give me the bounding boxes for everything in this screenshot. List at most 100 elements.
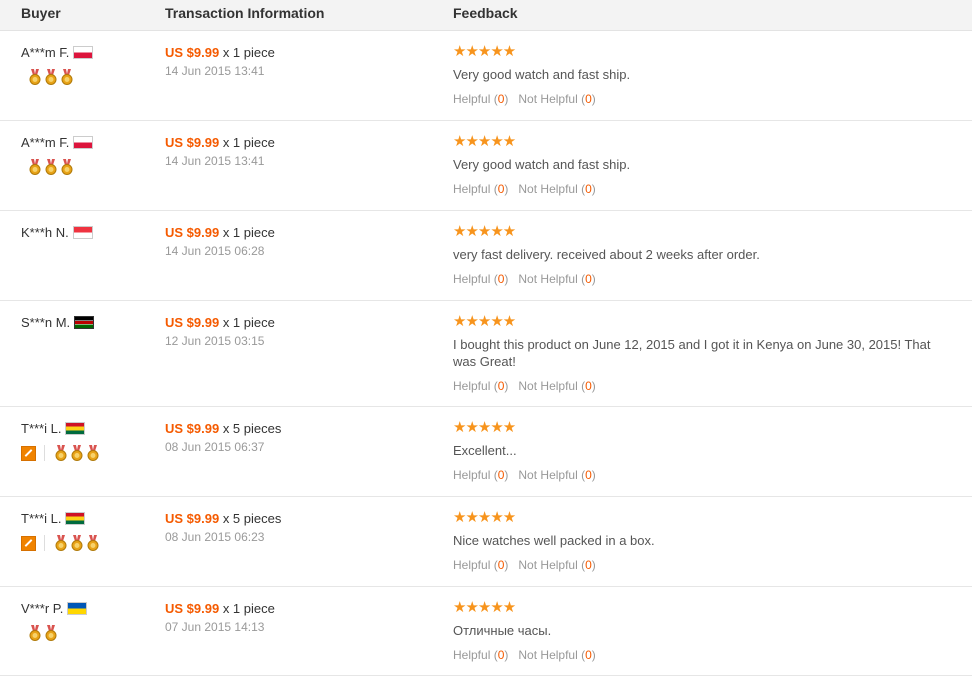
transaction-cell: US $9.99 x 1 piece 12 Jun 2015 03:15 [165,315,275,348]
medal-icon [61,159,73,175]
not-helpful-link[interactable]: Not Helpful [518,379,577,393]
review-row: A***m F. US $9.99 x 1 piece 14 Jun 2015 … [0,31,972,121]
buyer-name: T***i L. [21,511,62,526]
transaction-cell: US $9.99 x 5 pieces 08 Jun 2015 06:23 [165,511,281,544]
feedback-cell: ★★★★★ Excellent... Helpful (0) Not Helpfu… [453,419,953,483]
helpful-count: 0 [497,272,505,286]
helpful-count: 0 [497,182,505,196]
helpful-link[interactable]: Helpful [453,92,490,106]
order-date: 12 Jun 2015 03:15 [165,334,265,348]
helpful-votes: Helpful (0) Not Helpful (0) [453,272,596,286]
helpful-link[interactable]: Helpful [453,558,490,572]
feedback-cell: ★★★★★ Very good watch and fast ship. Hel… [453,133,953,197]
price-amount: US $9.99 [165,315,220,330]
helpful-link[interactable]: Helpful [453,468,490,482]
feedback-text: Nice watches well packed in a box. [453,533,655,548]
star-rating: ★★★★★ [453,133,516,150]
order-quantity: x 1 piece [219,225,275,240]
order-price: US $9.99 x 1 piece [165,45,275,60]
feedback-text: Excellent... [453,443,517,458]
helpful-votes: Helpful (0) Not Helpful (0) [453,558,596,572]
star-rating: ★★★★★ [453,223,516,240]
buyer-cell: S***n M. [21,315,95,330]
price-amount: US $9.99 [165,225,220,240]
buyer-level-badges [21,445,103,461]
ghana-flag-icon [65,422,86,435]
not-helpful-link[interactable]: Not Helpful [518,92,577,106]
buyer-name: V***r P. [21,601,64,616]
star-rating: ★★★★★ [453,419,516,436]
transaction-cell: US $9.99 x 1 piece 14 Jun 2015 13:41 [165,45,275,78]
transaction-cell: US $9.99 x 1 piece 14 Jun 2015 06:28 [165,225,275,258]
not-helpful-link[interactable]: Not Helpful [518,468,577,482]
star-rating: ★★★★★ [453,43,516,60]
review-row: T***i L. US $9.99 x 5 pieces 08 Jun 2015… [0,497,972,587]
medal-icon [45,69,57,85]
feedback-text: I bought this product on June 12, 2015 a… [453,337,931,369]
buyer-cell: T***i L. [21,511,86,526]
review-row: V***r P. US $9.99 x 1 piece 07 Jun 2015 … [0,587,972,676]
singapore-flag-icon [72,226,93,239]
poland-flag-icon [73,46,94,59]
not-helpful-link[interactable]: Not Helpful [518,558,577,572]
review-list: A***m F. US $9.99 x 1 piece 14 Jun 2015 … [0,31,972,676]
helpful-votes: Helpful (0) Not Helpful (0) [453,648,596,662]
helpful-count: 0 [497,648,505,662]
feedback-cell: ★★★★★ very fast delivery. received about… [453,223,953,287]
star-rating: ★★★★★ [453,599,516,616]
helpful-link[interactable]: Helpful [453,182,490,196]
price-amount: US $9.99 [165,511,220,526]
helpful-link[interactable]: Helpful [453,648,490,662]
price-amount: US $9.99 [165,601,220,616]
transaction-cell: US $9.99 x 1 piece 14 Jun 2015 13:41 [165,135,275,168]
medal-icon [55,445,67,461]
feedback-text: Very good watch and fast ship. [453,67,631,82]
order-price: US $9.99 x 5 pieces [165,421,281,436]
not-helpful-link[interactable]: Not Helpful [518,182,577,196]
order-date: 08 Jun 2015 06:23 [165,530,265,544]
not-helpful-link[interactable]: Not Helpful [518,648,577,662]
badge-divider [44,535,45,551]
helpful-votes: Helpful (0) Not Helpful (0) [453,182,596,196]
helpful-votes: Helpful (0) Not Helpful (0) [453,92,596,106]
buyer-name: S***n M. [21,315,71,330]
badge-divider [44,445,45,461]
not-helpful-count: 0 [585,379,592,393]
not-helpful-count: 0 [585,182,592,196]
not-helpful-link[interactable]: Not Helpful [518,272,577,286]
helpful-count: 0 [497,558,505,572]
feedback-text: very fast delivery. received about 2 wee… [453,247,760,262]
review-row: A***m F. US $9.99 x 1 piece 14 Jun 2015 … [0,121,972,211]
ghana-flag-icon [65,512,86,525]
helpful-count: 0 [497,468,505,482]
medal-icon [45,159,57,175]
not-helpful-count: 0 [585,468,592,482]
buyer-name: K***h N. [21,225,69,240]
helpful-link[interactable]: Helpful [453,379,490,393]
not-helpful-count: 0 [585,272,592,286]
feedback-cell: ★★★★★ Nice watches well packed in a box.… [453,509,953,573]
price-amount: US $9.99 [165,421,220,436]
not-helpful-count: 0 [585,648,592,662]
buyer-column-header: Buyer [21,5,61,21]
transaction-cell: US $9.99 x 1 piece 07 Jun 2015 14:13 [165,601,275,634]
feedback-cell: ★★★★★ I bought this product on June 12, … [453,314,953,394]
order-price: US $9.99 x 1 piece [165,601,275,616]
order-date: 14 Jun 2015 13:41 [165,154,265,168]
not-helpful-count: 0 [585,558,592,572]
buyer-name: A***m F. [21,45,70,60]
price-amount: US $9.99 [165,135,220,150]
helpful-link[interactable]: Helpful [453,272,490,286]
order-quantity: x 1 piece [219,135,275,150]
star-rating: ★★★★★ [453,509,516,526]
buyer-name: T***i L. [21,421,62,436]
award-icon [21,445,36,461]
buyer-cell: T***i L. [21,421,86,436]
buyer-name: A***m F. [21,135,70,150]
feedback-cell: ★★★★★ Very good watch and fast ship. Hel… [453,43,953,107]
price-amount: US $9.99 [165,45,220,60]
helpful-count: 0 [497,379,505,393]
order-price: US $9.99 x 1 piece [165,315,275,330]
review-row: K***h N. US $9.99 x 1 piece 14 Jun 2015 … [0,211,972,301]
table-header: Buyer Transaction Information Feedback [0,0,972,31]
